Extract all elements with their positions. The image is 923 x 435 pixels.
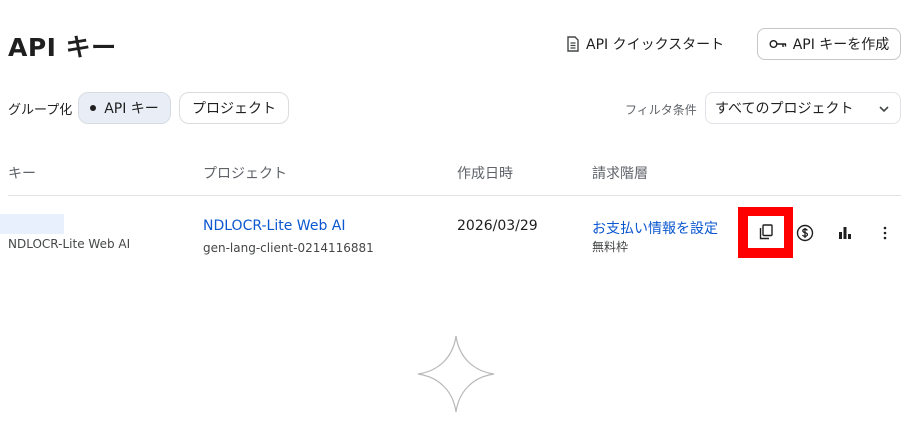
create-api-key-button[interactable]: API キーを作成 xyxy=(757,28,901,60)
chevron-down-icon xyxy=(879,106,889,113)
key-icon xyxy=(769,40,786,48)
group-by-project-label: プロジェクト xyxy=(192,101,276,117)
billing-tier-name: 無料枠 xyxy=(592,240,629,254)
key-name: NDLOCR-Lite Web AI xyxy=(8,237,131,251)
column-header-project: プロジェクト xyxy=(203,166,287,182)
billing-button[interactable] xyxy=(793,221,817,245)
key-value-masked[interactable] xyxy=(0,214,64,234)
dollar-circle-icon xyxy=(796,224,814,242)
more-options-button[interactable] xyxy=(873,221,897,245)
bar-chart-icon xyxy=(839,227,851,239)
column-header-created: 作成日時 xyxy=(457,166,513,182)
copy-key-button[interactable] xyxy=(748,216,784,248)
project-filter-select[interactable]: すべてのプロジェクト xyxy=(705,92,901,124)
api-quickstart-label: API クイックスタート xyxy=(586,37,725,53)
project-filter-value: すべてのプロジェクト xyxy=(715,101,854,117)
column-header-billing-tier: 請求階層 xyxy=(592,166,648,182)
group-by-api-key-chip[interactable]: API キー xyxy=(78,92,171,124)
create-api-key-label: API キーを作成 xyxy=(792,37,890,53)
group-by-api-key-label: API キー xyxy=(104,101,159,117)
set-up-billing-link[interactable]: お支払い情報を設定 xyxy=(592,218,718,238)
created-date: 2026/03/29 xyxy=(457,218,538,234)
project-id: gen-lang-client-0214116881 xyxy=(203,241,374,255)
page-title: API キー xyxy=(8,33,117,62)
project-name-link[interactable]: NDLOCR-Lite Web AI xyxy=(203,218,345,234)
api-quickstart-link[interactable]: API クイックスタート xyxy=(566,34,724,54)
usage-button[interactable] xyxy=(833,221,857,245)
table-header-divider xyxy=(8,195,901,196)
group-by-label: グループ化 xyxy=(8,103,73,118)
sparkle-icon xyxy=(417,335,495,413)
more-vert-icon xyxy=(883,226,887,240)
document-icon xyxy=(567,36,579,52)
copy-icon xyxy=(759,224,773,240)
column-header-key: キー xyxy=(8,166,36,182)
group-by-project-chip[interactable]: プロジェクト xyxy=(179,92,289,124)
filter-label: フィルタ条件 xyxy=(625,103,697,117)
selected-dot-icon xyxy=(90,105,97,111)
